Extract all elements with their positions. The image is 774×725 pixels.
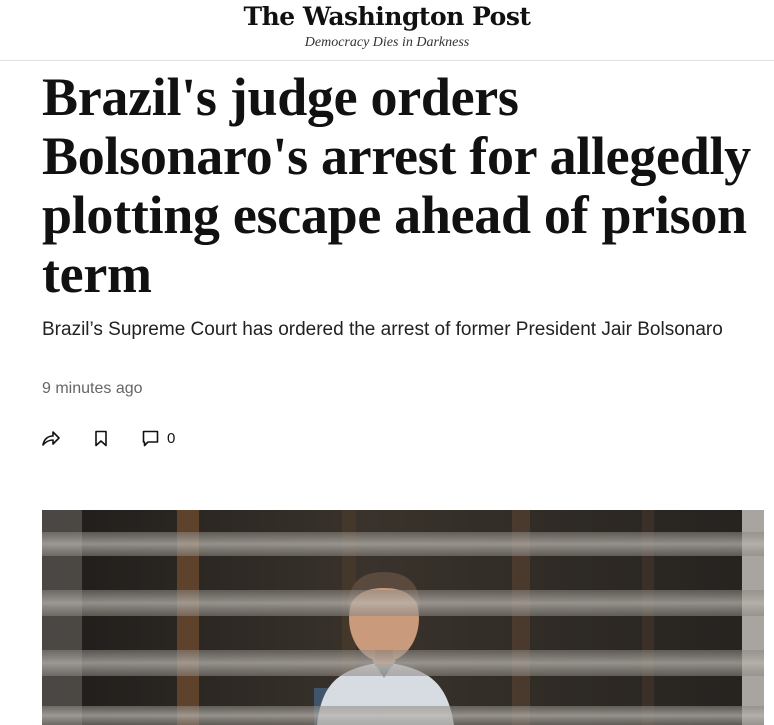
site-tagline: Democracy Dies in Darkness [304,35,470,50]
hero-photo [42,510,764,725]
share-button[interactable] [40,426,62,450]
hero-photo-illustration [42,510,764,725]
bookmark-icon [95,430,107,446]
masthead: The Washington Post Democracy Dies in Da… [0,0,774,61]
site-logo[interactable]: The Washington Post [0,2,774,31]
comments-button[interactable]: 0 [142,426,175,450]
comment-icon [142,430,159,446]
comment-count: 0 [167,429,176,447]
article-subheadline: Brazil’s Supreme Court has ordered the a… [42,319,723,340]
article-headline: Brazil's judge orders Bolsonaro's arrest… [42,67,751,304]
article-timestamp: 9 minutes ago [42,380,143,397]
save-button[interactable] [90,426,112,450]
share-icon [42,431,60,446]
article-actions: 0 [40,426,175,450]
